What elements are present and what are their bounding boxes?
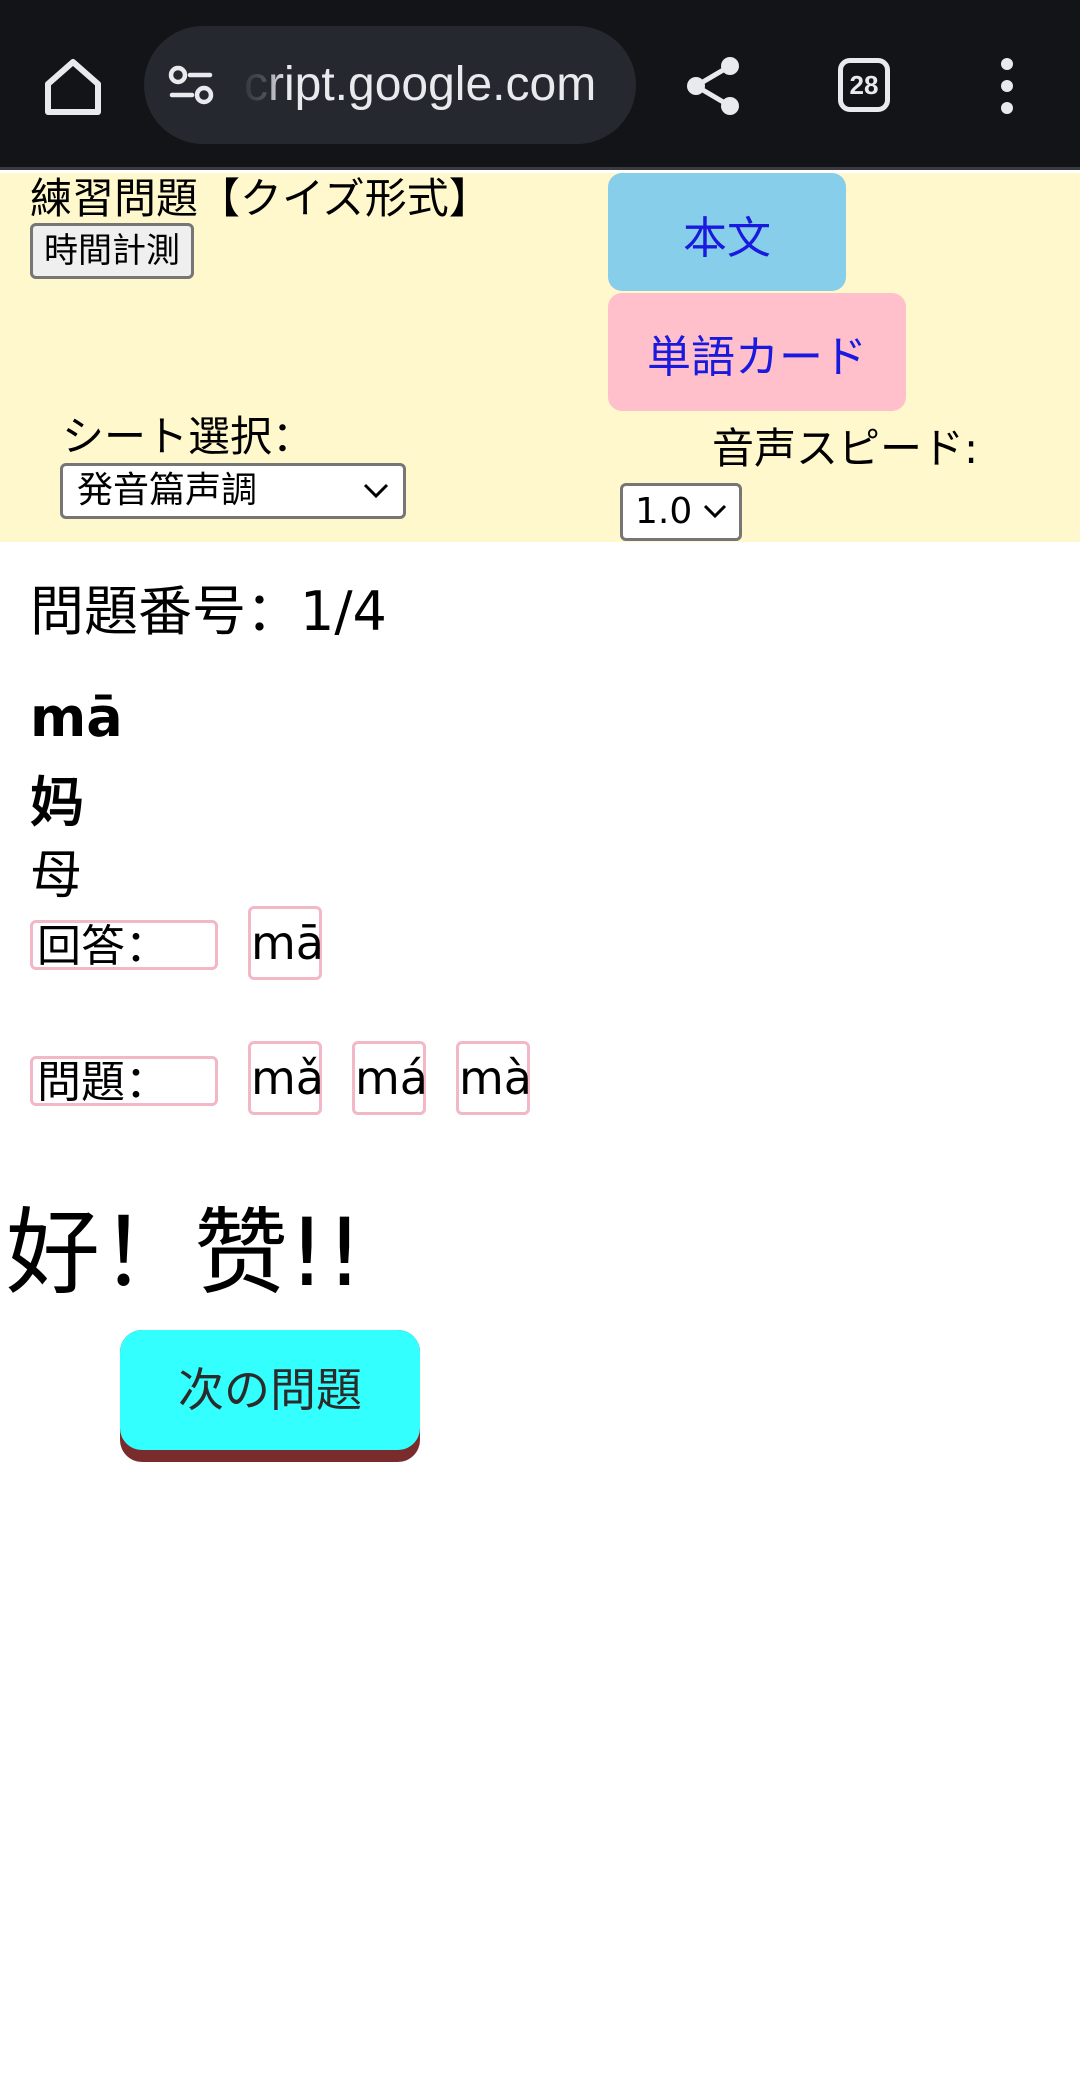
feedback-message: 好！赞!! <box>6 1199 364 1308</box>
answer-label: 回答： <box>30 920 218 971</box>
question-pinyin: mā <box>30 686 123 749</box>
browser-toolbar: cript.google.com 28 <box>0 0 1080 170</box>
text-button[interactable]: 本文 <box>608 173 846 291</box>
timer-button[interactable]: 時間計測 <box>30 223 194 279</box>
sheet-select-label: シート選択： <box>62 412 315 461</box>
next-question-button[interactable]: 次の問題 <box>120 1330 420 1462</box>
page-title: 練習問題【クイズ形式】 <box>30 174 491 223</box>
option-chip[interactable]: má <box>352 1041 428 1115</box>
share-icon[interactable] <box>684 54 744 118</box>
sheet-select-value: 発音篇声調 <box>77 470 258 511</box>
question-number: 問題番号：1/4 <box>30 580 387 643</box>
home-icon[interactable] <box>40 54 106 120</box>
address-bar[interactable]: cript.google.com <box>144 26 636 144</box>
speed-label: 音声スピード: <box>712 424 979 473</box>
option-chip[interactable]: mǎ <box>248 1041 324 1115</box>
question-hanzi: 妈 <box>30 771 84 834</box>
question-meaning: 母 <box>30 846 83 906</box>
next-question-label: 次の問題 <box>120 1330 420 1450</box>
option-chip[interactable]: mà <box>456 1041 532 1115</box>
speed-select[interactable]: 1.0 <box>620 483 742 541</box>
chevron-down-icon <box>363 483 389 499</box>
url-fade <box>232 26 288 144</box>
more-menu-icon[interactable] <box>996 56 1018 116</box>
chevron-down-icon <box>703 504 727 519</box>
site-settings-icon[interactable] <box>168 64 214 106</box>
quiz-header-panel: 練習問題【クイズ形式】 時間計測 本文 単語カード シート選択： 発音篇声調 音… <box>0 173 1080 542</box>
question-label: 問題： <box>30 1056 218 1107</box>
answer-chip[interactable]: mā <box>248 906 324 980</box>
sheet-select[interactable]: 発音篇声調 <box>60 463 406 519</box>
tab-switcher-icon[interactable]: 28 <box>838 58 890 112</box>
speed-select-value: 1.0 <box>635 491 693 532</box>
url-text: cript.google.com <box>244 58 597 111</box>
word-card-button[interactable]: 単語カード <box>608 293 906 411</box>
